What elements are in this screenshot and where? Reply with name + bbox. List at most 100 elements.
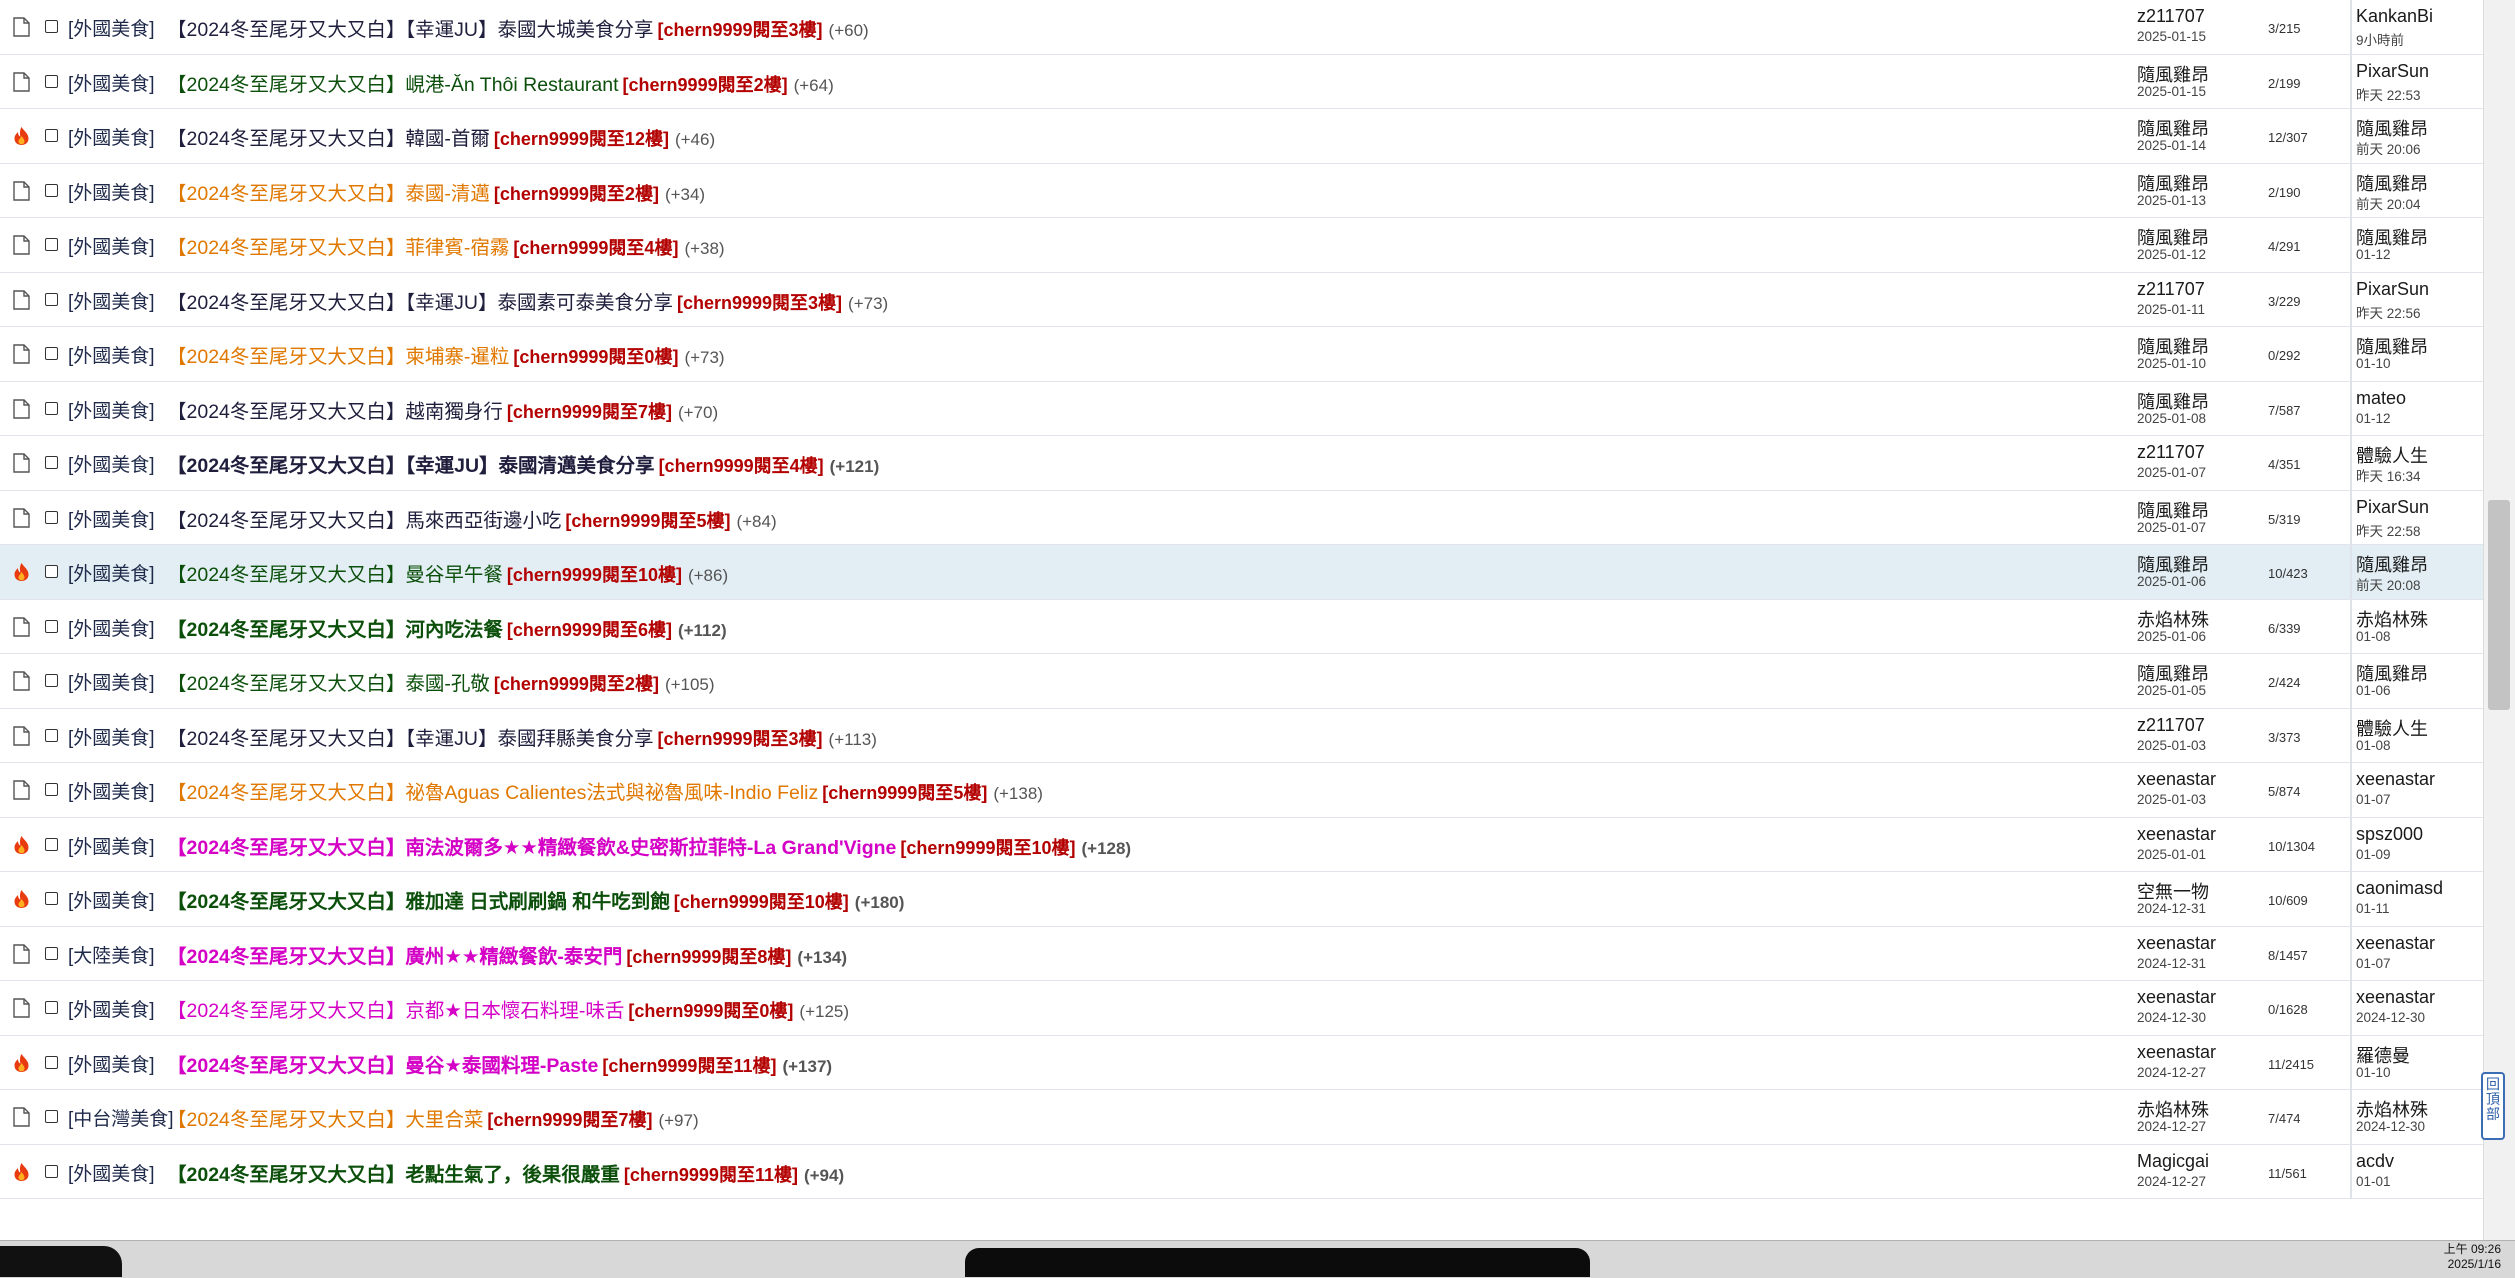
select-checkbox[interactable] [45,837,58,851]
select-checkbox[interactable] [45,619,58,633]
select-checkbox[interactable] [45,74,58,88]
read-floor-marker[interactable]: [chern9999閱至12樓] [494,129,669,149]
author-link[interactable]: xeenastar [2137,1042,2216,1063]
read-floor-marker[interactable]: [chern9999閱至11樓] [602,1056,776,1076]
category-link[interactable]: [外國美食] [68,123,155,150]
last-post-time[interactable]: 前天 20:06 [2356,138,2421,158]
thread-row[interactable]: [外國美食] 【2024冬至尾牙又大又白】【幸運JU】泰國清邁美食分享 [chern… [0,436,2483,491]
scrollbar-thumb[interactable] [2488,500,2510,710]
read-floor-marker[interactable]: [chern9999閱至2樓] [494,184,659,204]
last-poster-link[interactable]: caonimasd [2356,878,2443,899]
thread-row[interactable]: [外國美食] 【2024冬至尾牙又大又白】泰國-清邁 [chern9999閱至2樓]… [0,163,2483,218]
select-checkbox[interactable] [45,565,58,578]
thread-row[interactable]: [大陸美食] 【2024冬至尾牙又大又白】廣州★★精緻餐飲-泰安門 [chern99… [0,926,2483,981]
last-post-time[interactable]: 前天 20:08 [2356,574,2421,594]
thread-title-link[interactable]: 【2024冬至尾牙又大又白】韓國-首爾 [chern9999閱至12樓] (+46) [167,122,715,151]
thread-title-link[interactable]: 【2024冬至尾牙又大又白】泰國-清邁 [chern9999閱至2樓] (+34) [167,177,705,206]
last-poster-link[interactable]: xeenastar [2356,933,2435,954]
thread-row[interactable]: [外國美食] 【2024冬至尾牙又大又白】曼谷★泰國料理-Paste [chern9… [0,1035,2483,1090]
thread-row[interactable]: [外國美食] 【2024冬至尾牙又大又白】南法波爾多★★精緻餐飲&史密斯拉菲特-L… [0,817,2483,872]
select-checkbox[interactable] [45,728,58,742]
author-link[interactable]: z211707 [2137,442,2205,463]
select-checkbox[interactable] [45,20,58,33]
thread-row[interactable]: [外國美食] 【2024冬至尾牙又大又白】【幸運JU】泰國素可泰美食分享 [cher… [0,272,2483,327]
category-link[interactable]: [外國美食] [68,232,155,259]
category-link[interactable]: [外國美食] [68,396,155,423]
thread-row[interactable]: [外國美食] 【2024冬至尾牙又大又白】河內吃法餐 [chern9999閱至6樓]… [0,599,2483,654]
last-post-time[interactable]: 2024-12-30 [2356,1010,2425,1025]
last-poster-link[interactable]: PixarSun [2356,497,2429,518]
select-checkbox[interactable] [45,456,58,469]
category-link[interactable]: [外國美食] [68,505,155,532]
taskbar-start-area[interactable] [0,1246,122,1277]
category-link[interactable]: [外國美食] [68,450,155,477]
category-link[interactable]: [外國美食] [68,832,155,859]
category-link[interactable]: [外國美食] [68,668,155,695]
read-floor-marker[interactable]: [chern9999閱至8樓] [626,947,791,967]
thread-title-link[interactable]: 【2024冬至尾牙又大又白】南法波爾多★★精緻餐飲&史密斯拉菲特-La Gran… [167,831,1131,860]
last-post-time[interactable]: 01-08 [2356,738,2391,753]
author-link[interactable]: z211707 [2137,6,2205,27]
last-post-time[interactable]: 昨天 16:34 [2356,465,2421,485]
read-floor-marker[interactable]: [chern9999閱至2樓] [623,75,788,95]
thread-row[interactable]: [外國美食] 【2024冬至尾牙又大又白】泰國-孔敬 [chern9999閱至2樓]… [0,654,2483,709]
last-post-time[interactable]: 01-07 [2356,792,2391,807]
thread-row[interactable]: [外國美食] 【2024冬至尾牙又大又白】【幸運JU】泰國大城美食分享 [chern… [0,0,2483,55]
thread-title-link[interactable]: 【2024冬至尾牙又大又白】馬來西亞街邊小吃 [chern9999閱至5樓] (+8… [167,504,777,533]
read-floor-marker[interactable]: [chern9999閱至11樓] [624,1165,798,1185]
category-link[interactable]: [外國美食] [68,178,155,205]
read-floor-marker[interactable]: [chern9999閱至10樓] [507,565,682,585]
read-floor-marker[interactable]: [chern9999閱至0樓] [513,347,678,367]
author-link[interactable]: xeenastar [2137,824,2216,845]
select-checkbox[interactable] [45,129,58,142]
category-link[interactable]: [外國美食] [68,69,155,96]
taskbar-app-area[interactable] [965,1248,1590,1277]
thread-title-link[interactable]: 【2024冬至尾牙又大又白】【幸運JU】泰國清邁美食分享 [chern9999閱至… [167,449,879,478]
author-link[interactable]: z211707 [2137,279,2205,300]
category-link[interactable]: [外國美食] [68,723,155,750]
thread-row[interactable]: [外國美食] 【2024冬至尾牙又大又白】京都★日本懷石料理-味舌 [chern99… [0,981,2483,1036]
select-checkbox[interactable] [45,892,58,905]
last-post-time[interactable]: 9小時前 [2356,29,2404,49]
last-post-time[interactable]: 01-10 [2356,1065,2391,1080]
select-checkbox[interactable] [45,1001,58,1014]
thread-title-link[interactable]: 【2024冬至尾牙又大又白】大里合菜 [chern9999閱至7樓] (+97) [167,1103,699,1132]
category-link[interactable]: [外國美食] [68,559,155,586]
thread-row[interactable]: [外國美食] 【2024冬至尾牙又大又白】柬埔寨-暹粒 [chern9999閱至0樓… [0,327,2483,382]
thread-row[interactable]: [外國美食] 【2024冬至尾牙又大又白】韓國-首爾 [chern9999閱至12樓… [0,109,2483,164]
author-link[interactable]: xeenastar [2137,769,2216,790]
thread-row[interactable]: [外國美食] 【2024冬至尾牙又大又白】【幸運JU】泰國拜縣美食分享 [chern… [0,708,2483,763]
last-poster-link[interactable]: mateo [2356,388,2406,409]
select-checkbox[interactable] [45,292,58,306]
select-checkbox[interactable] [45,946,58,960]
thread-title-link[interactable]: 【2024冬至尾牙又大又白】越南獨身行 [chern9999閱至7樓] (+70) [167,395,718,424]
category-link[interactable]: [外國美食] [68,341,155,368]
read-floor-marker[interactable]: [chern9999閱至5樓] [822,783,987,803]
author-link[interactable]: Magicgai [2137,1151,2209,1172]
last-post-time[interactable]: 01-10 [2356,356,2391,371]
back-to-top-button[interactable]: 回頂部 [2481,1072,2505,1140]
read-floor-marker[interactable]: [chern9999閱至3樓] [657,20,822,40]
last-poster-link[interactable]: PixarSun [2356,279,2429,300]
thread-title-link[interactable]: 【2024冬至尾牙又大又白】峴港-Ăn Thôi Restaurant [cher… [167,68,834,97]
last-post-time[interactable]: 01-07 [2356,956,2391,971]
read-floor-marker[interactable]: [chern9999閱至3樓] [677,293,842,313]
last-post-time[interactable]: 2024-12-30 [2356,1119,2425,1134]
select-checkbox[interactable] [45,674,58,687]
category-link[interactable]: [外國美食] [68,886,155,913]
last-post-time[interactable]: 01-12 [2356,411,2391,426]
select-checkbox[interactable] [45,183,58,197]
category-link[interactable]: [外國美食] [68,614,155,641]
thread-row[interactable]: [中台灣美食] 【2024冬至尾牙又大又白】大里合菜 [chern9999閱至7樓]… [0,1090,2483,1145]
last-post-time[interactable]: 01-11 [2356,901,2390,916]
thread-title-link[interactable]: 【2024冬至尾牙又大又白】曼谷早午餐 [chern9999閱至10樓] (+86) [167,558,728,587]
category-link[interactable]: [外國美食] [68,777,155,804]
read-floor-marker[interactable]: [chern9999閱至10樓] [900,838,1075,858]
last-post-time[interactable]: 01-06 [2356,683,2391,698]
category-link[interactable]: [外國美食] [68,995,155,1022]
category-link[interactable]: [外國美食] [68,1159,155,1186]
select-checkbox[interactable] [45,401,58,415]
select-checkbox[interactable] [45,1055,58,1069]
category-link[interactable]: [中台灣美食] [68,1104,174,1131]
read-floor-marker[interactable]: [chern9999閱至4樓] [659,456,824,476]
